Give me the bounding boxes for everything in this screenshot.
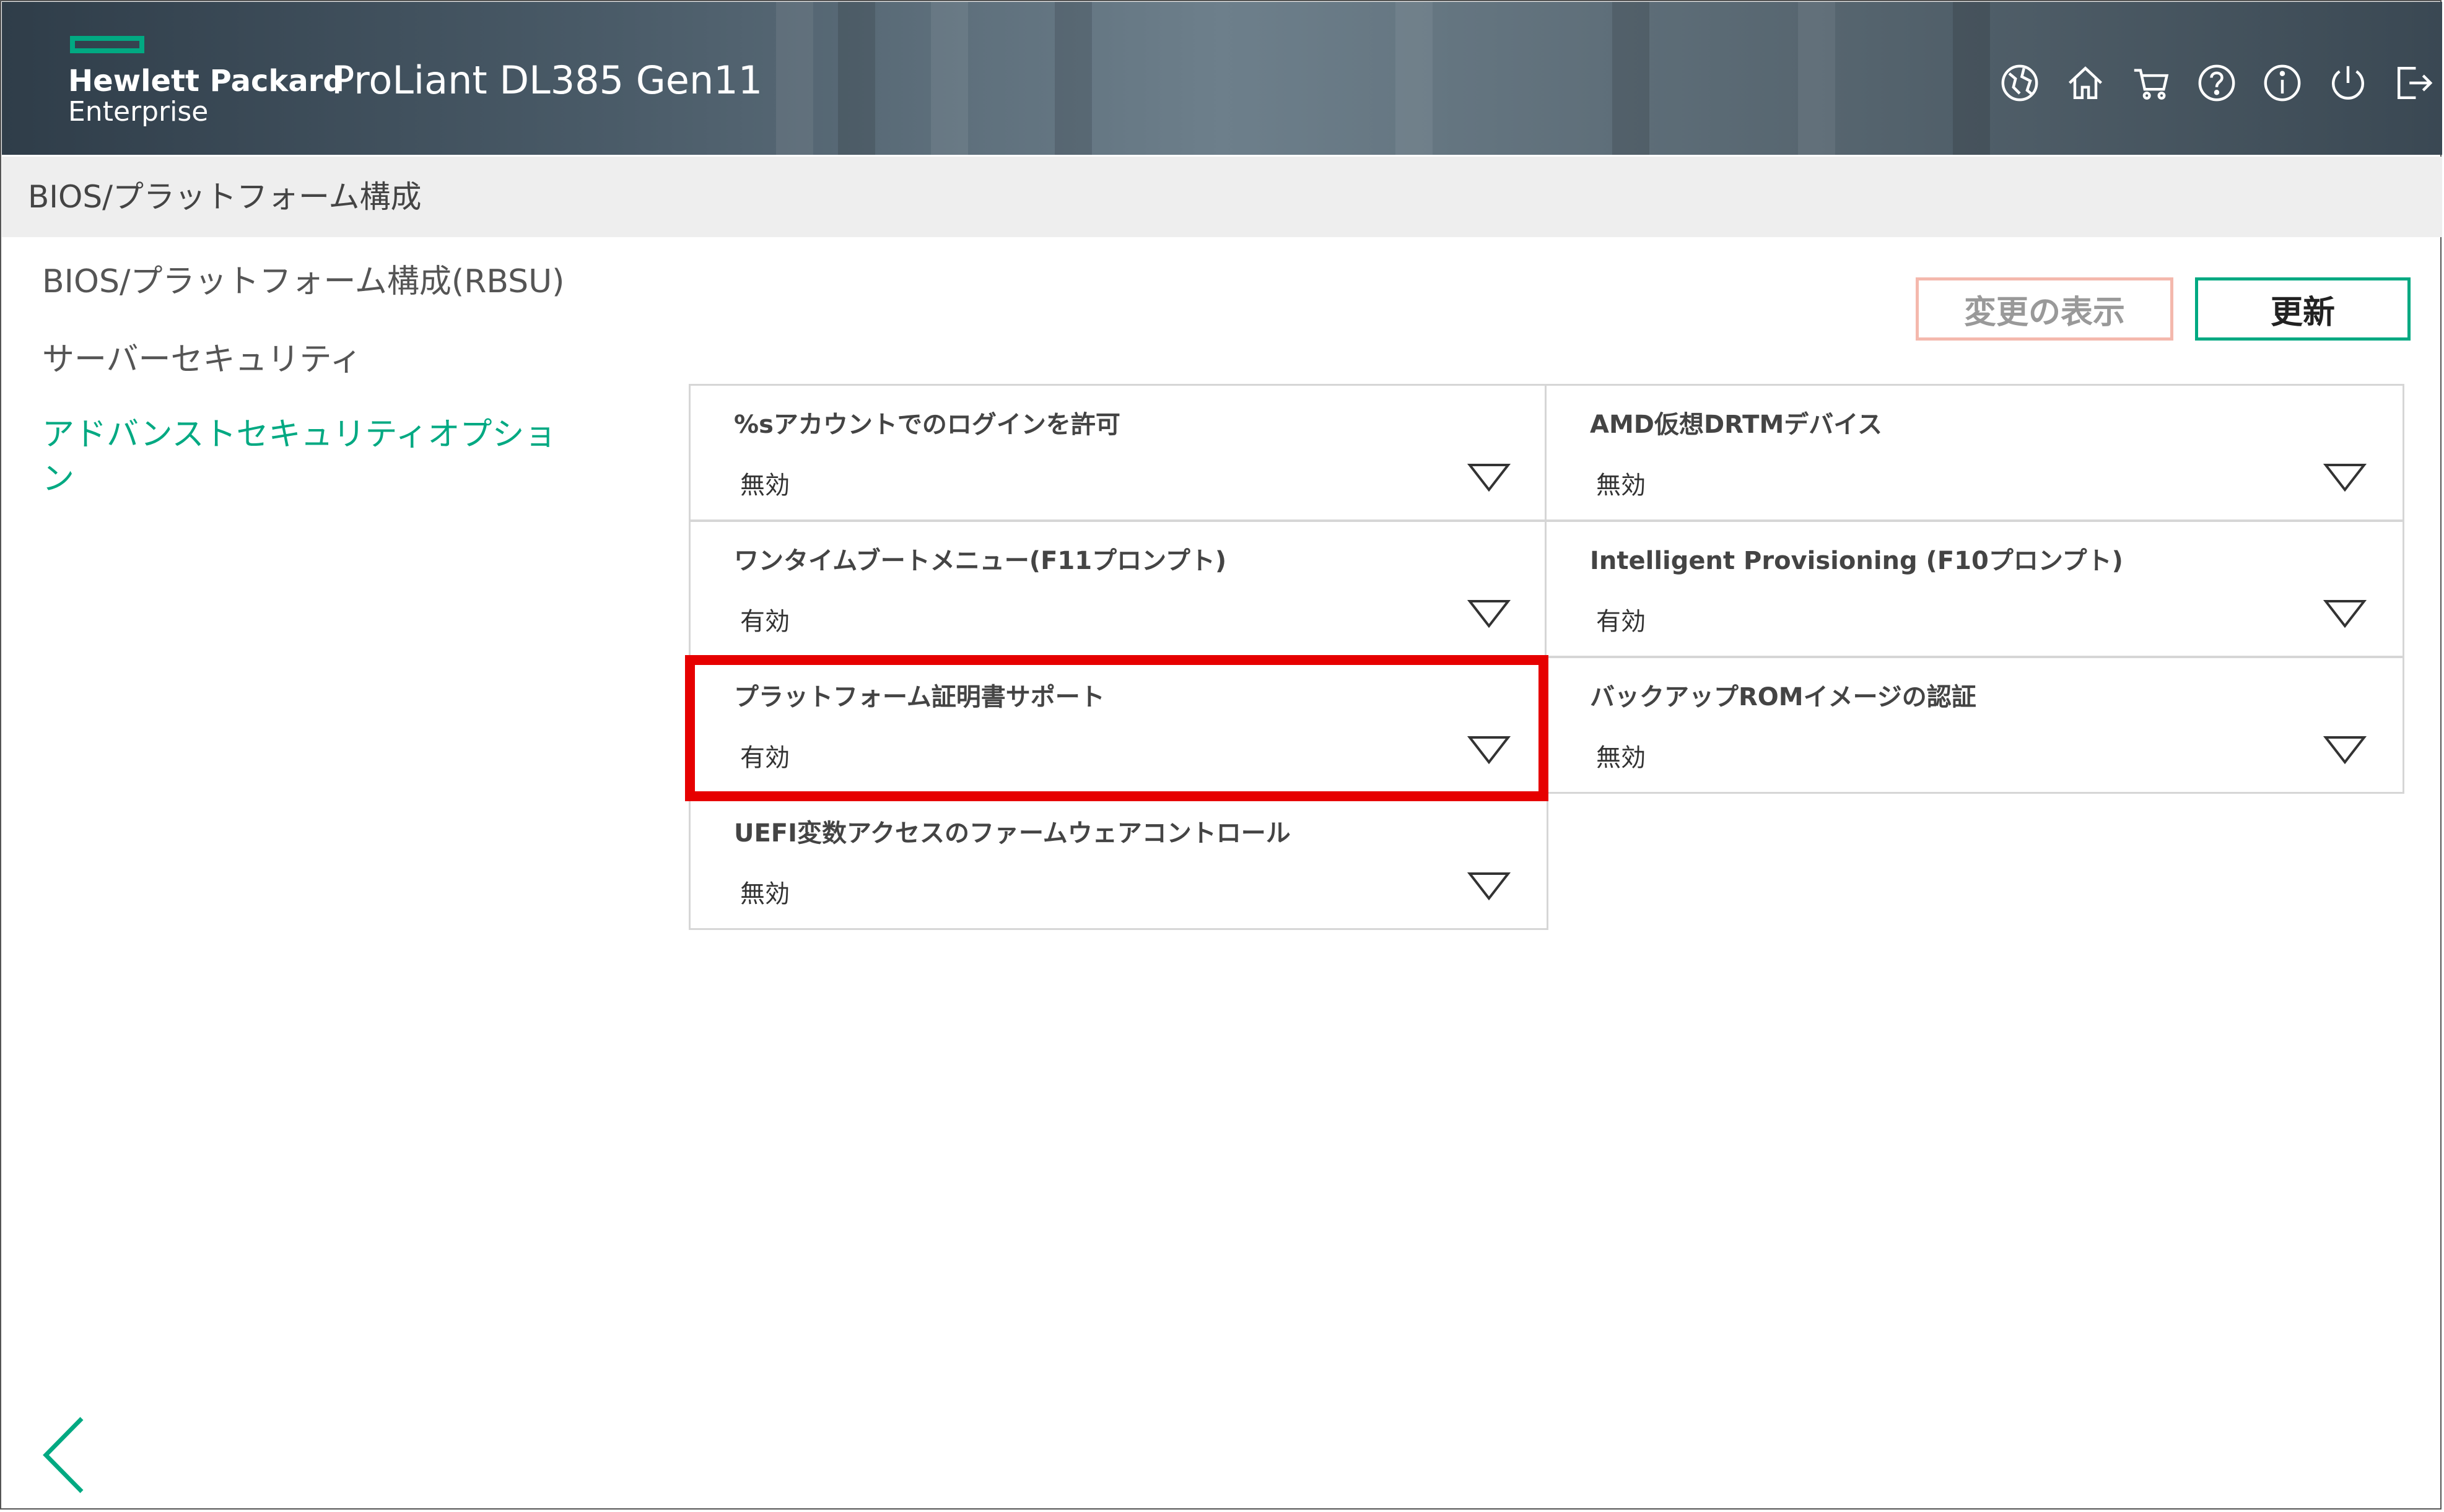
chevron-down-icon[interactable]	[1467, 461, 1511, 493]
breadcrumb: BIOS/プラットフォーム構成	[2, 157, 2442, 237]
header-icons	[1997, 61, 2436, 105]
home-icon[interactable]	[2063, 61, 2108, 105]
chevron-down-icon[interactable]	[1467, 597, 1511, 630]
setting-value[interactable]: 無効	[1596, 737, 1646, 773]
setting-label: UEFI変数アクセスのファームウェアコントロール	[734, 819, 1291, 848]
highlight-box	[685, 655, 1548, 801]
setting-field[interactable]: AMD仮想DRTMデバイス 無効	[1545, 384, 2404, 521]
setting-value[interactable]: 有効	[740, 601, 790, 637]
header-decoration	[1798, 2, 1835, 155]
setting-label: ワンタイムブートメニュー(F11プロンプト)	[734, 547, 1227, 575]
setting-label: %sアカウントでのログインを許可	[734, 411, 1120, 439]
setting-label: Intelligent Provisioning (F10プロンプト)	[1590, 547, 2123, 575]
header-decoration	[1395, 2, 1433, 155]
product-title: ProLiant DL385 Gen11	[331, 58, 763, 103]
info-icon[interactable]	[2260, 61, 2305, 105]
setting-value[interactable]: 無効	[740, 465, 790, 501]
chevron-down-icon[interactable]	[1467, 870, 1511, 902]
cart-icon[interactable]	[2129, 61, 2173, 105]
setting-field[interactable]: ワンタイムブートメニュー(F11プロンプト) 有効	[689, 520, 1548, 658]
header-decoration	[931, 2, 968, 155]
show-changes-button[interactable]: 変更の表示	[1916, 277, 2173, 341]
chevron-down-icon[interactable]	[2323, 461, 2367, 493]
globe-icon[interactable]	[1997, 61, 2042, 105]
header-decoration	[1953, 2, 1990, 155]
update-button[interactable]: 更新	[2195, 277, 2411, 341]
nav-item-bios-rbsu[interactable]: BIOS/プラットフォーム構成(RBSU)	[42, 255, 564, 302]
chevron-down-icon[interactable]	[2323, 597, 2367, 630]
nav-item-server-security[interactable]: サーバーセキュリティ	[42, 333, 362, 380]
nav-item-advanced-security[interactable]: アドバンストセキュリティオプション	[42, 412, 575, 502]
header-decoration	[1612, 2, 1649, 155]
setting-field[interactable]: %sアカウントでのログインを許可 無効	[689, 384, 1548, 521]
header-bar: Hewlett Packard Enterprise ProLiant DL38…	[2, 2, 2442, 155]
header-decoration	[838, 2, 875, 155]
setting-field[interactable]: UEFI変数アクセスのファームウェアコントロール 無効	[689, 793, 1548, 930]
help-icon[interactable]	[2194, 61, 2239, 105]
setting-value[interactable]: 無効	[740, 874, 790, 910]
header-decoration	[1055, 2, 1092, 155]
logout-icon[interactable]	[2391, 61, 2436, 105]
setting-value[interactable]: 有効	[1596, 601, 1646, 637]
hpe-logo-icon	[70, 36, 144, 53]
brand-subname: Enterprise	[68, 96, 209, 128]
brand-name: Hewlett Packard	[68, 64, 344, 98]
chevron-down-icon[interactable]	[2323, 734, 2367, 766]
setting-label: バックアップROMイメージの認証	[1590, 683, 1976, 711]
setting-field[interactable]: バックアップROMイメージの認証 無効	[1545, 656, 2404, 794]
power-icon[interactable]	[2326, 61, 2370, 105]
header-decoration	[776, 2, 813, 155]
setting-value[interactable]: 無効	[1596, 465, 1646, 501]
setting-label: AMD仮想DRTMデバイス	[1590, 411, 1883, 439]
back-arrow-icon[interactable]	[40, 1415, 89, 1495]
setting-field[interactable]: Intelligent Provisioning (F10プロンプト) 有効	[1545, 520, 2404, 658]
